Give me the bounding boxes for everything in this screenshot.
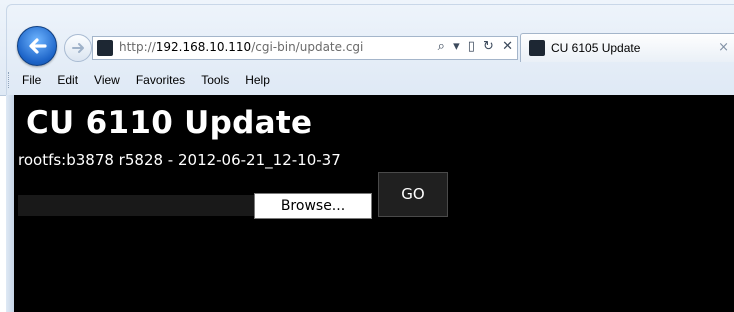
tab-favicon-icon (529, 40, 545, 56)
address-bar[interactable]: http://192.168.10.110/cgi-bin/update.cgi… (92, 36, 518, 60)
go-button[interactable]: GO (378, 172, 448, 217)
version-info: rootfs:b3878 r5828 - 2012-06-21_12-10-37 (18, 151, 341, 169)
close-icon[interactable]: × (718, 40, 729, 55)
url-host: 192.168.10.110 (155, 40, 252, 54)
address-tools: ⌕ ▾ ▯ ↻ ✕ (434, 39, 513, 57)
menu-item-file[interactable]: File (14, 70, 49, 90)
menu-item-favorites[interactable]: Favorites (128, 70, 193, 90)
menu-item-tools[interactable]: Tools (193, 70, 237, 90)
browser-chrome: http://192.168.10.110/cgi-bin/update.cgi… (0, 0, 734, 96)
url-path: /cgi-bin/update.cgi (251, 40, 364, 54)
site-favicon-icon (97, 40, 113, 56)
stop-icon[interactable]: ✕ (502, 39, 513, 54)
menu-item-help[interactable]: Help (237, 70, 278, 90)
url-text[interactable]: http://192.168.10.110/cgi-bin/update.cgi (119, 40, 363, 54)
menu-grip (8, 72, 11, 88)
menu-bar: File Edit View Favorites Tools Help (14, 70, 278, 90)
menu-item-edit[interactable]: Edit (49, 70, 86, 90)
file-path-input[interactable] (18, 195, 254, 216)
back-button[interactable] (17, 26, 57, 66)
browse-button[interactable]: Browse... (254, 193, 372, 219)
forward-button[interactable] (64, 34, 92, 62)
tab-title: CU 6105 Update (551, 41, 641, 55)
url-prefix: http:// (119, 40, 156, 54)
refresh-icon[interactable]: ↻ (483, 39, 494, 54)
page-title: CU 6110 Update (26, 105, 313, 141)
back-arrow-icon (29, 38, 47, 54)
forward-arrow-icon (72, 43, 84, 53)
search-icon[interactable]: ⌕ (438, 39, 445, 54)
page-viewport: CU 6110 Update rootfs:b3878 r5828 - 2012… (14, 95, 734, 312)
window-left-border (6, 95, 14, 312)
compatibility-view-icon[interactable]: ▯ (468, 39, 475, 54)
chevron-down-icon[interactable]: ▾ (453, 39, 460, 54)
browser-tab[interactable]: CU 6105 Update × (520, 33, 734, 62)
menu-item-view[interactable]: View (86, 70, 128, 90)
